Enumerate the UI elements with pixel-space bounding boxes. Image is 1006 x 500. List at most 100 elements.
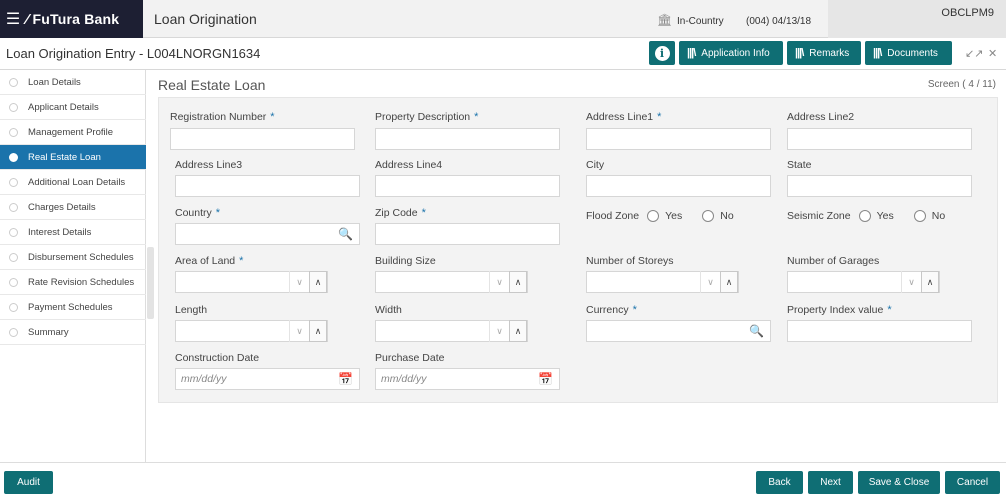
building-size-select[interactable]: ∨ ∧: [375, 271, 528, 293]
zip-code-input[interactable]: [375, 223, 560, 245]
seismic-zone-label: Seismic Zone: [787, 210, 851, 222]
country-label: Country *: [175, 207, 221, 219]
seismic-zone-yes-radio[interactable]: [858, 210, 871, 222]
address-line4-input[interactable]: [375, 175, 560, 197]
sidebar-item-label: Management Profile: [28, 126, 114, 138]
purchase-date-label: Purchase Date: [375, 352, 445, 364]
sidebar-item-rate-revision-schedules[interactable]: Rate Revision Schedules: [0, 270, 146, 295]
documents-label: Documents: [887, 47, 938, 59]
remarks-button[interactable]: |||\ Remarks: [787, 41, 861, 65]
calendar-icon[interactable]: 📅: [338, 372, 353, 386]
user-menu[interactable]: OBCLPM9: [828, 0, 1006, 38]
save-close-button[interactable]: Save & Close: [858, 471, 940, 494]
step-dot-icon: [9, 277, 18, 287]
next-button[interactable]: Next: [808, 471, 853, 494]
step-dot-icon: [9, 102, 18, 112]
chevron-up-icon[interactable]: ∧: [509, 320, 527, 342]
required-marker: *: [657, 111, 662, 123]
back-button[interactable]: Back: [756, 471, 803, 494]
required-marker: *: [239, 255, 244, 267]
area-of-land-select[interactable]: ∨ ∧: [175, 271, 328, 293]
sidebar-item-management-profile[interactable]: Management Profile: [0, 120, 146, 145]
flood-zone-yes-radio[interactable]: [647, 210, 660, 222]
info-button[interactable]: i: [649, 41, 675, 65]
length-select[interactable]: ∨ ∧: [175, 320, 328, 342]
number-of-storeys-select[interactable]: ∨ ∧: [586, 271, 739, 293]
property-index-value-label: Property Index value *: [787, 304, 892, 316]
sidebar-item-interest-details[interactable]: Interest Details: [0, 220, 146, 245]
chevron-up-icon[interactable]: ∧: [309, 320, 327, 342]
search-icon[interactable]: 🔍: [749, 324, 764, 338]
address-line3-input[interactable]: [175, 175, 360, 197]
sidebar-item-summary[interactable]: Summary: [0, 320, 146, 345]
address-line1-input[interactable]: [586, 128, 771, 150]
chevron-down-icon[interactable]: ∨: [901, 271, 921, 293]
chevron-up-icon[interactable]: ∧: [509, 271, 527, 293]
brand-area: ☰ ⁄ FuTura Bank: [0, 0, 143, 38]
chevron-up-icon[interactable]: ∧: [309, 271, 327, 293]
search-icon[interactable]: 🔍: [338, 227, 353, 241]
chevron-down-icon[interactable]: ∨: [700, 271, 720, 293]
address-line2-input[interactable]: [787, 128, 972, 150]
sidebar-item-label: Summary: [28, 326, 69, 338]
currency-input[interactable]: 🔍: [586, 320, 771, 342]
sidebar-item-applicant-details[interactable]: Applicant Details: [0, 95, 146, 120]
sidebar-item-loan-details[interactable]: Loan Details: [0, 70, 146, 95]
city-input[interactable]: [586, 175, 771, 197]
registration-number-label: Registration Number *: [170, 111, 275, 123]
step-dot-icon: [9, 177, 18, 187]
property-description-input[interactable]: [375, 128, 560, 150]
state-input[interactable]: [787, 175, 972, 197]
user-id: OBCLPM9: [941, 7, 994, 19]
property-index-value-input[interactable]: [787, 320, 972, 342]
construction-date-input[interactable]: mm/dd/yy 📅: [175, 368, 360, 390]
chevron-down-icon[interactable]: ∨: [489, 271, 509, 293]
number-of-storeys-label: Number of Storeys: [586, 255, 674, 267]
address-line4-label: Address Line4: [375, 159, 443, 171]
chevron-down-icon[interactable]: ∨: [489, 320, 509, 342]
state-label: State: [787, 159, 812, 171]
seismic-zone-no-label: No: [931, 210, 946, 222]
seismic-zone-no-radio[interactable]: [913, 210, 926, 222]
documents-button[interactable]: |||\ Documents: [865, 41, 952, 65]
width-select[interactable]: ∨ ∧: [375, 320, 528, 342]
number-of-garages-select[interactable]: ∨ ∧: [787, 271, 940, 293]
bars-icon: |||\: [687, 47, 696, 59]
hamburger-icon[interactable]: ☰: [0, 9, 26, 29]
calendar-icon[interactable]: 📅: [538, 372, 553, 386]
chevron-up-icon[interactable]: ∧: [720, 271, 738, 293]
step-dot-icon: [9, 202, 18, 212]
registration-number-input[interactable]: [170, 128, 355, 150]
seismic-zone-group: Seismic Zone Yes No: [787, 210, 945, 222]
sidebar-item-label: Applicant Details: [28, 101, 99, 113]
chevron-down-icon[interactable]: ∨: [289, 320, 309, 342]
city-label: City: [586, 159, 605, 171]
sidebar-item-additional-loan-details[interactable]: Additional Loan Details: [0, 170, 146, 195]
flood-zone-yes-label: Yes: [665, 210, 683, 222]
chevron-up-icon[interactable]: ∧: [921, 271, 939, 293]
sidebar-item-label: Real Estate Loan: [28, 151, 101, 163]
sidebar-scrollbar[interactable]: [147, 247, 154, 319]
country-input[interactable]: 🔍: [175, 223, 360, 245]
sidebar-item-label: Loan Details: [28, 76, 81, 88]
close-icon[interactable]: ✕: [988, 47, 997, 60]
flood-zone-no-radio[interactable]: [702, 210, 715, 222]
property-description-label: Property Description *: [375, 111, 479, 123]
application-info-label: Application Info: [701, 47, 770, 59]
sidebar-item-charges-details[interactable]: Charges Details: [0, 195, 146, 220]
purchase-date-input[interactable]: mm/dd/yy 📅: [375, 368, 560, 390]
info-icon: i: [654, 45, 670, 61]
sidebar-item-disbursement-schedules[interactable]: Disbursement Schedules: [0, 245, 146, 270]
sidebar-item-real-estate-loan[interactable]: Real Estate Loan: [0, 145, 146, 170]
branch-date: (004) 04/13/18: [746, 16, 812, 27]
app-title: Loan Origination: [154, 11, 257, 27]
application-info-button[interactable]: |||\ Application Info: [679, 41, 783, 65]
bank-branch-icon: 🏛: [657, 13, 673, 27]
sidebar-item-payment-schedules[interactable]: Payment Schedules: [0, 295, 146, 320]
cancel-button[interactable]: Cancel: [945, 471, 1000, 494]
audit-button[interactable]: Audit: [4, 471, 53, 494]
sidebar-item-label: Rate Revision Schedules: [28, 276, 135, 288]
required-marker: *: [270, 111, 275, 123]
minimize-icon[interactable]: ↙↗: [965, 47, 983, 60]
chevron-down-icon[interactable]: ∨: [289, 271, 309, 293]
